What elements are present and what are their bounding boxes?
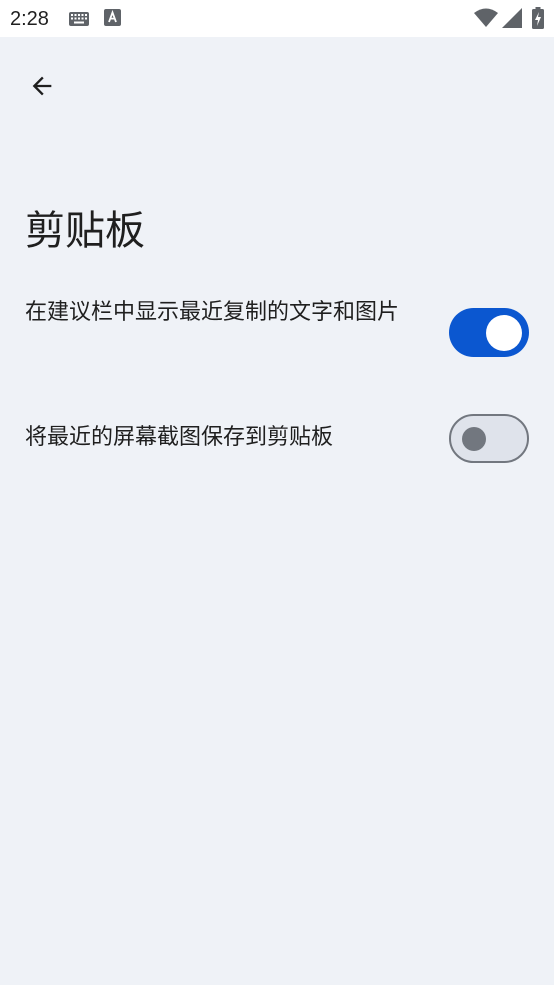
save-screenshots-toggle[interactable] xyxy=(449,414,529,463)
arrow-left-icon xyxy=(28,72,56,104)
setting-label: 将最近的屏幕截图保存到剪贴板 xyxy=(25,425,334,450)
toggle-thumb xyxy=(486,314,522,351)
status-bar: 2:28 xyxy=(0,0,554,37)
back-button[interactable] xyxy=(20,66,64,110)
setting-row-save-screenshots[interactable]: 将最近的屏幕截图保存到剪贴板 xyxy=(0,412,554,466)
font-a-icon xyxy=(104,9,121,30)
show-recent-clipboard-toggle[interactable] xyxy=(449,308,529,357)
keyboard-icon xyxy=(69,11,89,30)
wifi-icon xyxy=(474,8,498,32)
status-time: 2:28 xyxy=(10,8,49,30)
battery-charging-icon xyxy=(532,7,544,33)
setting-row-show-recent-clipboard[interactable]: 在建议栏中显示最近复制的文字和图片 xyxy=(0,296,554,372)
signal-icon xyxy=(502,8,522,32)
toggle-thumb xyxy=(462,426,486,451)
setting-label: 在建议栏中显示最近复制的文字和图片 xyxy=(25,300,400,325)
page-title: 剪贴板 xyxy=(25,208,145,254)
